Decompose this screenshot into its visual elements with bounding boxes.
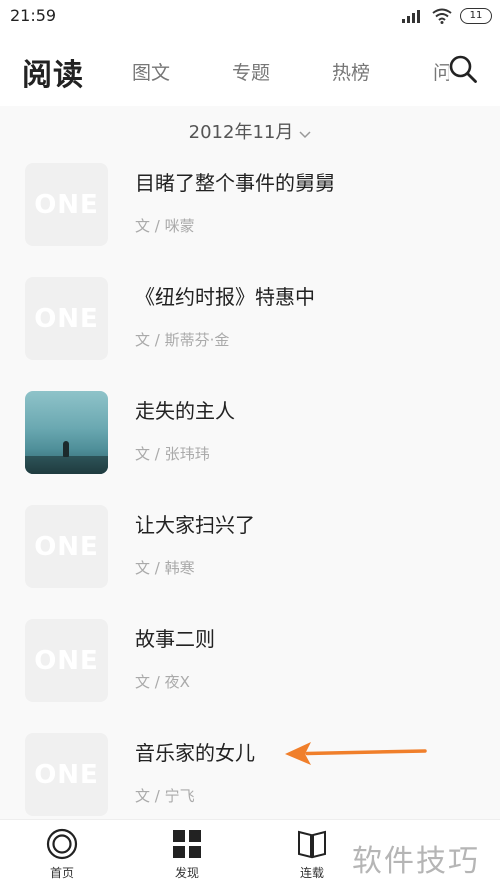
one-logo: ONE (34, 189, 99, 220)
home-ring-icon (46, 828, 78, 860)
book-icon (298, 830, 326, 859)
one-logo: ONE (34, 303, 99, 334)
page-title: 阅读 (22, 58, 84, 93)
grid-icon (173, 830, 201, 858)
thumbnail-placeholder: ONE (25, 163, 108, 246)
nav-label: 连载 (299, 866, 324, 880)
one-logo: ONE (34, 645, 99, 676)
tab-qa-partial[interactable]: 问 (433, 58, 449, 85)
wifi-icon (432, 8, 452, 24)
thumbnail-photo (25, 391, 108, 474)
article-title: 让大家扫兴了 (135, 513, 255, 537)
thumbnail-placeholder: ONE (25, 619, 108, 702)
article-author: 文 / 咪蒙 (135, 217, 195, 235)
article-title: 《纽约时报》特惠中 (135, 285, 315, 309)
signal-icon (402, 9, 424, 23)
battery-icon: 11 (460, 8, 492, 24)
watermark: 软件技巧 (352, 844, 480, 879)
thumbnail-placeholder: ONE (25, 505, 108, 588)
list-item[interactable]: 走失的主人 文 / 张玮玮 (0, 391, 500, 505)
article-title: 音乐家的女儿 (135, 741, 255, 765)
tab-graphic[interactable]: 图文 (132, 58, 170, 85)
status-icons: 11 (402, 7, 492, 25)
search-icon[interactable] (448, 54, 478, 84)
month-label: 2012年11月 (188, 122, 294, 143)
thumbnail-placeholder: ONE (25, 277, 108, 360)
thumbnail-placeholder: ONE (25, 733, 108, 816)
article-author: 文 / 宁飞 (135, 787, 195, 805)
one-logo: ONE (34, 759, 99, 790)
nav-label: 发现 (174, 866, 199, 880)
article-title: 目睹了整个事件的舅舅 (135, 171, 335, 195)
chevron-down-icon (299, 123, 311, 144)
article-author: 文 / 张玮玮 (135, 445, 210, 463)
photo-ground (25, 456, 108, 474)
list-item[interactable]: ONE 目睹了整个事件的舅舅 文 / 咪蒙 (0, 163, 500, 277)
nav-discover[interactable]: 发现 (147, 828, 227, 881)
list-item[interactable]: ONE 让大家扫兴了 文 / 韩寒 (0, 505, 500, 619)
list-item[interactable]: ONE 故事二则 文 / 夜X (0, 619, 500, 733)
tab-hot-list[interactable]: 热榜 (332, 58, 370, 85)
article-title: 故事二则 (135, 627, 215, 651)
annotation-arrow-icon (285, 742, 427, 765)
article-title: 走失的主人 (135, 399, 235, 423)
nav-label: 首页 (49, 866, 74, 880)
article-author: 文 / 夜X (135, 673, 190, 691)
article-author: 文 / 韩寒 (135, 559, 195, 577)
status-bar: 21:59 11 (0, 0, 500, 36)
top-header: 阅读 图文 专题 热榜 问 (0, 36, 500, 106)
nav-serial[interactable]: 连载 (272, 828, 352, 881)
tab-topics[interactable]: 专题 (232, 58, 270, 85)
one-logo: ONE (34, 531, 99, 562)
photo-figure (63, 441, 69, 457)
status-time: 21:59 (10, 6, 57, 25)
list-item[interactable]: ONE 《纽约时报》特惠中 文 / 斯蒂芬·金 (0, 277, 500, 391)
nav-home[interactable]: 首页 (22, 828, 102, 881)
article-author: 文 / 斯蒂芬·金 (135, 331, 230, 349)
month-selector[interactable]: 2012年11月 (0, 118, 500, 144)
